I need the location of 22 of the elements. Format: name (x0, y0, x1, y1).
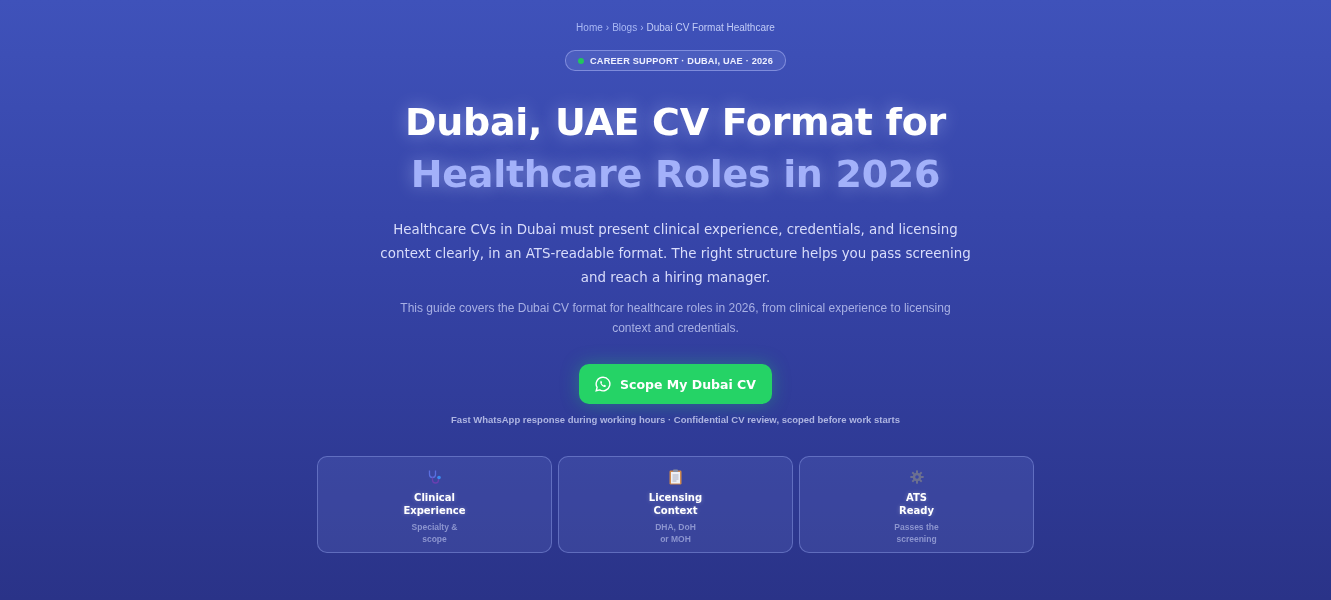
card-subtitle: Passes the screening (893, 521, 940, 545)
badge-label: CAREER SUPPORT · DUBAI, UAE · 2026 (590, 55, 773, 66)
breadcrumb-link[interactable]: Home (576, 21, 603, 33)
stethoscope-icon (426, 468, 443, 485)
whatsapp-icon (595, 376, 612, 392)
guide-note: This guide covers the Dubai CV format for healthcare roles in 2026, from clinical experience to licensing context and credentials. (399, 300, 952, 337)
card-subtitle: Specialty & scope (410, 521, 459, 545)
status-dot-icon (578, 57, 585, 64)
breadcrumb-current[interactable]: Dubai CV Format Healthcare (646, 21, 775, 33)
card-title: Clinical Experience (403, 491, 466, 517)
card-title: Licensing Context (648, 491, 703, 517)
page-title: Dubai, UAE CV Format for Healthcare Roles in 2026 (405, 99, 946, 198)
breadcrumb-link[interactable]: Blogs (612, 21, 638, 33)
whatsapp-cta-button[interactable]: Scope My Dubai CV (579, 364, 772, 404)
breadcrumb-separator: › (605, 21, 610, 33)
clipboard-icon (669, 468, 682, 485)
intro-paragraph: Healthcare CVs in Dubai must present clinical experience, credentials, and licensing context clearly, in an ATS-readable format. The right structure helps you pass screening and reach a hiring manager. (379, 221, 972, 287)
breadcrumb-separator: › (640, 21, 644, 33)
response-footnote: Fast WhatsApp response during working hours · Confidential CV review, scoped before work starts (451, 414, 900, 425)
card-subtitle: DHA, DoH or MOH (654, 521, 697, 545)
card-title: ATS Ready (899, 491, 934, 517)
gear-icon (909, 469, 924, 484)
